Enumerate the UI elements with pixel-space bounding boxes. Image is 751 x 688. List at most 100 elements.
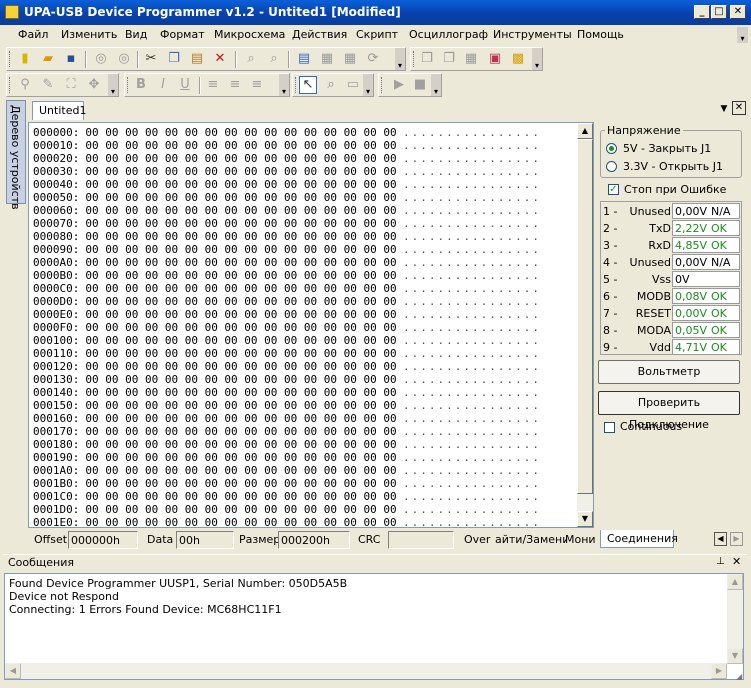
pen-icon[interactable]: ✎ (40, 77, 56, 93)
hex-row[interactable]: 000050: 00 00 00 00 00 00 00 00 00 00 00 … (33, 191, 397, 204)
hex-bytes[interactable]: 00 00 00 00 00 00 00 00 00 00 00 00 00 0… (85, 295, 396, 308)
menu-actions[interactable]: Действия (292, 28, 347, 41)
hex-bytes[interactable]: 00 00 00 00 00 00 00 00 00 00 00 00 00 0… (85, 139, 396, 152)
range-icon[interactable]: ▭ (345, 77, 361, 93)
align-left-icon[interactable]: ≡ (205, 77, 221, 93)
hex-row[interactable]: 000140: 00 00 00 00 00 00 00 00 00 00 00 … (33, 386, 397, 399)
toolbar-overflow-icon[interactable]: ▾ (363, 74, 373, 96)
scroll-right-icon[interactable]: ▶ (711, 663, 727, 679)
hex-editor[interactable]: 000000: 00 00 00 00 00 00 00 00 00 00 00 … (28, 122, 594, 528)
hex-ascii[interactable]: ................ (403, 425, 541, 438)
hex-row[interactable]: 000110: 00 00 00 00 00 00 00 00 00 00 00 … (33, 347, 397, 360)
hex-row[interactable]: 0001C0: 00 00 00 00 00 00 00 00 00 00 00 … (33, 490, 397, 503)
scroll-left-icon[interactable]: ◀ (5, 663, 21, 679)
hex-bytes[interactable]: 00 00 00 00 00 00 00 00 00 00 00 00 00 0… (85, 412, 396, 425)
underline-icon[interactable]: U (177, 77, 193, 93)
hex-row[interactable]: 000010: 00 00 00 00 00 00 00 00 00 00 00 … (33, 139, 397, 152)
hex-ascii[interactable]: ................ (403, 269, 541, 282)
align-center-icon[interactable]: ≡ (227, 77, 243, 93)
toolbar-grip[interactable] (127, 77, 130, 93)
zoom-fit-icon[interactable]: ⛶ (63, 77, 79, 93)
hex-ascii[interactable]: ................ (403, 373, 541, 386)
menu-oscilloscope[interactable]: Осциллограф (409, 28, 488, 41)
hex-bytes[interactable]: 00 00 00 00 00 00 00 00 00 00 00 00 00 0… (85, 490, 396, 503)
hex-bytes[interactable]: 00 00 00 00 00 00 00 00 00 00 00 00 00 0… (85, 321, 396, 334)
hex-bytes[interactable]: 00 00 00 00 00 00 00 00 00 00 00 00 00 0… (85, 451, 396, 464)
hex-ascii[interactable]: ................ (403, 217, 541, 230)
hex-row[interactable]: 000170: 00 00 00 00 00 00 00 00 00 00 00 … (33, 425, 397, 438)
hex-bytes[interactable]: 00 00 00 00 00 00 00 00 00 00 00 00 00 0… (85, 243, 396, 256)
hex-ascii[interactable]: ................ (403, 139, 541, 152)
pin-icon[interactable]: ⊥ (716, 556, 725, 567)
tab-prev-icon[interactable]: ◀ (714, 532, 727, 546)
hex-ascii[interactable]: ................ (403, 191, 541, 204)
zoom-select-icon[interactable]: ⌕ (323, 77, 339, 93)
probe-icon[interactable]: ⚲ (17, 77, 33, 93)
find-next-icon[interactable]: ⌕ (266, 51, 282, 67)
menu-view[interactable]: Вид (125, 28, 147, 41)
hex-scrollbar[interactable]: ▲ ▼ (577, 123, 593, 527)
continuous-label[interactable]: Continuous (620, 420, 682, 433)
menu-overflow-icon[interactable]: ▾ (737, 27, 748, 43)
hex-row[interactable]: 000190: 00 00 00 00 00 00 00 00 00 00 00 … (33, 451, 397, 464)
cut-icon[interactable]: ✂ (143, 51, 159, 67)
stop-on-error-label[interactable]: Стоп при Ошибке (624, 183, 726, 196)
hex-row[interactable]: 0001B0: 00 00 00 00 00 00 00 00 00 00 00 … (33, 477, 397, 490)
hex-ascii[interactable]: ................ (403, 243, 541, 256)
play-icon[interactable]: ▶ (391, 77, 407, 93)
hex-bytes[interactable]: 00 00 00 00 00 00 00 00 00 00 00 00 00 0… (85, 269, 396, 282)
voltage-3v3-radio[interactable] (606, 161, 617, 172)
refresh-icon[interactable]: ⟳ (365, 51, 381, 67)
italic-icon[interactable]: I (155, 77, 171, 93)
align-right-icon[interactable]: ≡ (249, 77, 265, 93)
resize-grip-icon[interactable]: ◢ (736, 672, 746, 682)
hex-ascii[interactable]: ................ (403, 438, 541, 451)
hex-ascii[interactable]: ................ (403, 321, 541, 334)
close-document-icon[interactable]: ✕ (732, 101, 746, 115)
hex-bytes[interactable]: 00 00 00 00 00 00 00 00 00 00 00 00 00 0… (85, 399, 396, 412)
menu-edit[interactable]: Изменить (61, 28, 117, 41)
hex-row[interactable]: 0000C0: 00 00 00 00 00 00 00 00 00 00 00 … (33, 282, 397, 295)
hex-ascii[interactable]: ................ (403, 230, 541, 243)
hex-ascii[interactable]: ................ (403, 399, 541, 412)
open-folder-icon[interactable]: ▰ (40, 51, 56, 67)
continuous-checkbox[interactable] (604, 422, 615, 433)
hex-ascii[interactable]: ................ (403, 477, 541, 490)
hex-row[interactable]: 000080: 00 00 00 00 00 00 00 00 00 00 00 … (33, 230, 397, 243)
hex-row[interactable]: 000150: 00 00 00 00 00 00 00 00 00 00 00 … (33, 399, 397, 412)
hex-ascii[interactable]: ................ (403, 308, 541, 321)
maximize-button[interactable]: □ (711, 5, 727, 19)
hex-row[interactable]: 0000B0: 00 00 00 00 00 00 00 00 00 00 00 … (33, 269, 397, 282)
hex-ascii[interactable]: ................ (403, 503, 541, 516)
messages-vscrollbar[interactable]: ▲ ▼ (727, 574, 743, 664)
tab-next-icon[interactable]: ▶ (730, 532, 743, 546)
scroll-thumb[interactable] (577, 139, 593, 494)
hex-bytes[interactable]: 00 00 00 00 00 00 00 00 00 00 00 00 00 0… (85, 347, 396, 360)
hex-row[interactable]: 000000: 00 00 00 00 00 00 00 00 00 00 00 … (33, 126, 397, 139)
voltage-3v3-label[interactable]: 3.3V - Открыть J1 (623, 160, 723, 173)
hex-row[interactable]: 000130: 00 00 00 00 00 00 00 00 00 00 00 … (33, 373, 397, 386)
undo-icon[interactable]: ◎ (93, 51, 109, 67)
toolbar-overflow-icon[interactable]: ▾ (395, 48, 405, 70)
messages-hscrollbar[interactable]: ◀ ▶ (5, 663, 727, 679)
menu-file[interactable]: Файл (18, 28, 48, 41)
scroll-down-icon[interactable]: ▼ (577, 511, 593, 527)
hex-ascii[interactable]: ................ (403, 412, 541, 425)
hex-bytes[interactable]: 00 00 00 00 00 00 00 00 00 00 00 00 00 0… (85, 126, 396, 139)
hex-row[interactable]: 0001D0: 00 00 00 00 00 00 00 00 00 00 00 … (33, 503, 397, 516)
copy-block-icon[interactable]: ❐ (419, 51, 435, 67)
hex-bytes[interactable]: 00 00 00 00 00 00 00 00 00 00 00 00 00 0… (85, 386, 396, 399)
hex-bytes[interactable]: 00 00 00 00 00 00 00 00 00 00 00 00 00 0… (85, 360, 396, 373)
document-list-icon[interactable]: ▼ (718, 102, 730, 116)
hex-row[interactable]: 000100: 00 00 00 00 00 00 00 00 00 00 00 … (33, 334, 397, 347)
toolbar-grip[interactable] (295, 77, 298, 93)
hex-ascii[interactable]: ................ (403, 386, 541, 399)
hex-bytes[interactable]: 00 00 00 00 00 00 00 00 00 00 00 00 00 0… (85, 373, 396, 386)
hex-row[interactable]: 000030: 00 00 00 00 00 00 00 00 00 00 00 … (33, 165, 397, 178)
hex-bytes[interactable]: 00 00 00 00 00 00 00 00 00 00 00 00 00 0… (85, 334, 396, 347)
tab-connections[interactable]: Соединения (600, 530, 678, 548)
document-tab[interactable]: Untited1 (32, 101, 86, 120)
minimize-button[interactable]: _ (694, 5, 710, 19)
menu-tools[interactable]: Инструменты (493, 28, 572, 41)
paste-block-icon[interactable]: ❐ (441, 51, 457, 67)
